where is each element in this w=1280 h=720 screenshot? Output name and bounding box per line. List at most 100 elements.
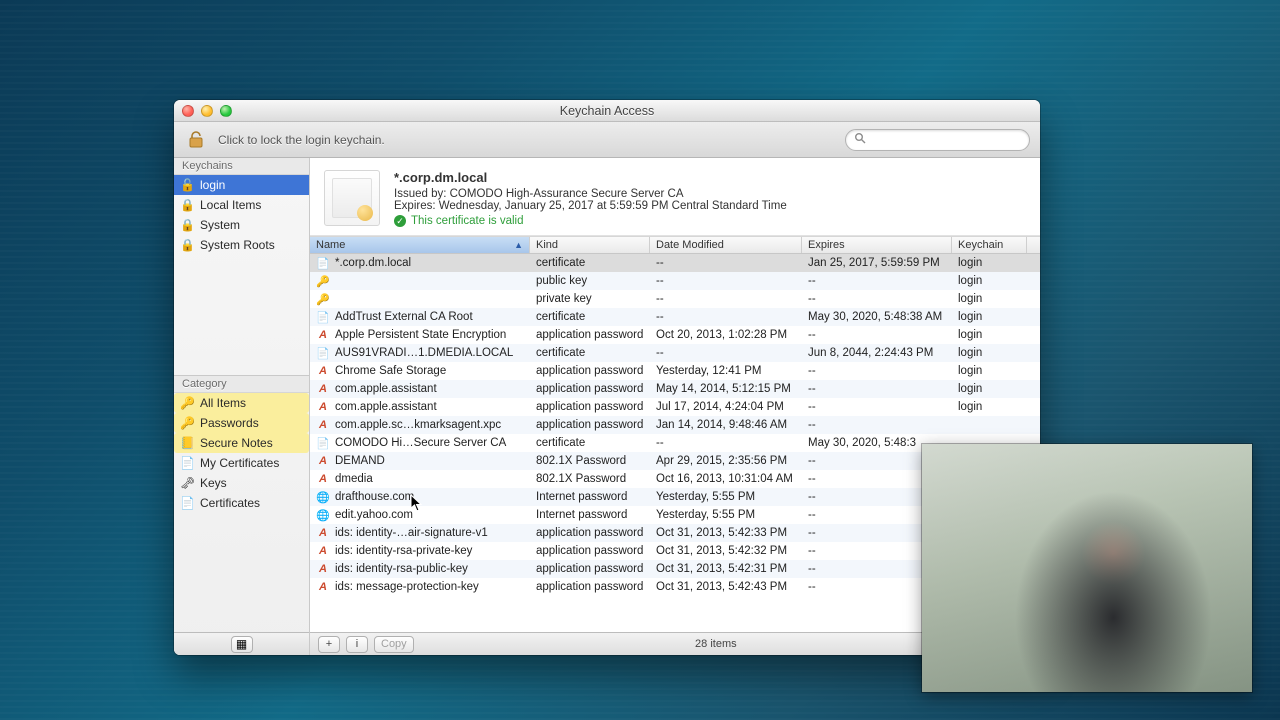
cell-expires: Jan 25, 2017, 5:59:59 PM — [802, 257, 952, 269]
category-icon: 🗝 — [180, 476, 194, 490]
sidebar-view-toggle-button[interactable]: ▦ — [231, 636, 253, 653]
table-row[interactable]: 📄 *.corp.dm.local certificate--Jan 25, 201… — [310, 254, 1040, 272]
app-password-row-icon: A — [316, 544, 330, 558]
titlebar[interactable]: Keychain Access — [174, 100, 1040, 122]
sidebar-item-label: Passwords — [200, 416, 259, 430]
cell-modified: Yesterday, 5:55 PM — [650, 491, 802, 503]
category-icon: 🔑 — [180, 416, 194, 430]
cell-name: com.apple.assistant — [335, 383, 437, 395]
cell-kind: application password — [530, 419, 650, 431]
cell-name: AUS91VRADI…1.DMEDIA.LOCAL — [335, 347, 513, 359]
table-row[interactable]: 📄AddTrust External CA Rootcertificate--M… — [310, 308, 1040, 326]
detail-expires: Expires: Wednesday, January 25, 2017 at … — [394, 200, 787, 212]
sidebar-footer: ▦ — [174, 632, 309, 655]
search-input[interactable] — [870, 133, 1025, 147]
col-kind-header[interactable]: Kind — [530, 237, 650, 253]
cell-kind: certificate — [530, 257, 650, 269]
keychain-icon: 🔓 — [180, 178, 194, 192]
cell-keychain: login — [952, 383, 1040, 395]
cell-kind: Internet password — [530, 509, 650, 521]
cell-expires: May 30, 2020, 5:48:38 AM — [802, 311, 952, 323]
sidebar-item-label: Local Items — [200, 198, 261, 212]
cell-modified: -- — [650, 311, 802, 323]
keychain-item[interactable]: 🔒System Roots — [174, 235, 309, 255]
cell-name: COMODO Hi…Secure Server CA — [335, 437, 506, 449]
sidebar-item-label: Keys — [200, 476, 227, 490]
lock-keychain-icon[interactable] — [184, 128, 208, 152]
close-window-button[interactable] — [182, 105, 194, 117]
keychain-icon: 🔒 — [180, 238, 194, 252]
table-row[interactable]: 🔑private key----login — [310, 290, 1040, 308]
category-item[interactable]: 📄Certificates — [174, 493, 309, 513]
table-header: Name ▲ Kind Date Modified Expires Keycha… — [310, 236, 1040, 254]
globe-row-icon: 🌐 — [316, 490, 330, 504]
app-password-row-icon: A — [316, 526, 330, 540]
cell-name: ids: message-protection-key — [335, 581, 479, 593]
cell-modified: May 14, 2014, 5:12:15 PM — [650, 383, 802, 395]
cell-kind: private key — [530, 293, 650, 305]
cell-name: dmedia — [335, 473, 373, 485]
cell-kind: Internet password — [530, 491, 650, 503]
keychain-item[interactable]: 🔓login — [174, 175, 309, 195]
app-password-row-icon: A — [316, 400, 330, 414]
category-item[interactable]: 🔑 Passwords — [174, 413, 309, 433]
detail-valid-text: This certificate is valid — [411, 215, 523, 227]
category-heading: Category — [174, 375, 309, 393]
cell-kind: application password — [530, 401, 650, 413]
table-row[interactable]: Acom.apple.assistantapplication password… — [310, 380, 1040, 398]
keychain-item[interactable]: 🔒Local Items — [174, 195, 309, 215]
info-button[interactable]: i — [346, 636, 368, 653]
table-row[interactable]: 🔑public key----login — [310, 272, 1040, 290]
category-item[interactable]: 📒 Secure Notes — [174, 433, 309, 453]
certificate-row-icon: 📄 — [316, 346, 330, 360]
cell-expires: -- — [802, 365, 952, 377]
minimize-window-button[interactable] — [201, 105, 213, 117]
sidebar-item-label: Secure Notes — [200, 436, 273, 450]
category-icon: 🔑 — [180, 396, 194, 410]
table-row[interactable]: Acom.apple.assistantapplication password… — [310, 398, 1040, 416]
search-field[interactable] — [845, 129, 1030, 151]
category-item[interactable]: 🗝 Keys — [174, 473, 309, 493]
certificate-row-icon: 📄 — [316, 436, 330, 450]
cell-name: *.corp.dm.local — [335, 257, 411, 269]
cell-modified: Oct 31, 2013, 5:42:32 PM — [650, 545, 802, 557]
col-name-header[interactable]: Name ▲ — [310, 237, 530, 253]
zoom-window-button[interactable] — [220, 105, 232, 117]
sidebar-item-label: My Certificates — [200, 456, 279, 470]
cell-kind: application password — [530, 527, 650, 539]
cell-modified: Jul 17, 2014, 4:24:04 PM — [650, 401, 802, 413]
detail-issued-by: Issued by: COMODO High-Assurance Secure … — [394, 188, 787, 200]
cell-modified: Oct 31, 2013, 5:42:43 PM — [650, 581, 802, 593]
cell-kind: public key — [530, 275, 650, 287]
table-row[interactable]: AApple Persistent State Encryptionapplic… — [310, 326, 1040, 344]
table-row[interactable]: 📄AUS91VRADI…1.DMEDIA.LOCALcertificate--J… — [310, 344, 1040, 362]
col-expires-header[interactable]: Expires — [802, 237, 952, 253]
search-icon — [854, 132, 866, 147]
certificate-icon — [324, 170, 380, 226]
cell-kind: 802.1X Password — [530, 473, 650, 485]
keychain-icon: 🔒 — [180, 218, 194, 232]
table-row[interactable]: AChrome Safe Storageapplication password… — [310, 362, 1040, 380]
cell-kind: certificate — [530, 437, 650, 449]
cell-kind: application password — [530, 563, 650, 575]
cell-modified: Jan 14, 2014, 9:48:46 AM — [650, 419, 802, 431]
col-modified-header[interactable]: Date Modified — [650, 237, 802, 253]
cell-name: drafthouse.com — [335, 491, 414, 503]
key-row-icon: 🔑 — [316, 274, 330, 288]
keychain-item[interactable]: 🔒System — [174, 215, 309, 235]
add-item-button[interactable]: + — [318, 636, 340, 653]
detail-validity: ✓ This certificate is valid — [394, 215, 787, 227]
key-row-icon: 🔑 — [316, 292, 330, 306]
cell-name: DEMAND — [335, 455, 385, 467]
category-item[interactable]: 📄My Certificates — [174, 453, 309, 473]
table-row[interactable]: Acom.apple.sc…kmarksagent.xpcapplication… — [310, 416, 1040, 434]
category-item[interactable]: 🔑All Items — [174, 393, 309, 413]
category-icon: 📒 — [180, 436, 194, 450]
certificate-row-icon: 📄 — [316, 256, 330, 270]
cell-modified: -- — [650, 257, 802, 269]
app-password-row-icon: A — [316, 472, 330, 486]
sidebar-item-label: Certificates — [200, 496, 260, 510]
col-keychain-header[interactable]: Keychain — [952, 237, 1026, 253]
copy-button[interactable]: Copy — [374, 636, 414, 653]
cell-modified: Oct 31, 2013, 5:42:31 PM — [650, 563, 802, 575]
